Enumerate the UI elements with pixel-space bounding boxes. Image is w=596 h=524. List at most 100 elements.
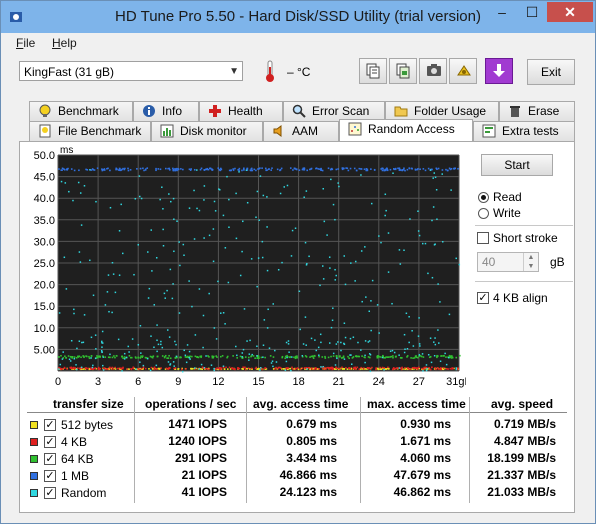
random-data-point bbox=[61, 358, 64, 360]
series-checkbox[interactable]: ✓ bbox=[44, 453, 56, 465]
data-point bbox=[443, 367, 445, 369]
random-data-point bbox=[157, 343, 160, 346]
data-point bbox=[349, 167, 352, 170]
x-tick-label: 6 bbox=[135, 376, 141, 388]
data-point bbox=[221, 355, 224, 357]
stepper-arrows-icon[interactable]: ▲ ▼ bbox=[523, 253, 538, 271]
random-data-point bbox=[405, 312, 408, 315]
series-checkbox[interactable]: ✓ bbox=[44, 470, 56, 482]
random-data-point bbox=[404, 348, 406, 350]
random-data-point bbox=[188, 280, 190, 282]
random-data-point bbox=[127, 345, 130, 348]
copy-text-button[interactable] bbox=[359, 58, 387, 84]
random-data-point bbox=[162, 208, 164, 210]
minimize-button[interactable]: – bbox=[487, 2, 517, 22]
random-data-point bbox=[344, 283, 347, 286]
random-data-point bbox=[91, 366, 94, 369]
random-data-point bbox=[122, 252, 124, 255]
random-data-point bbox=[439, 301, 441, 303]
title-bar[interactable]: HD Tune Pro 5.50 - Hard Disk/SSD Utility… bbox=[1, 1, 595, 33]
data-point bbox=[163, 356, 166, 359]
data-point bbox=[215, 355, 218, 357]
short-stroke-checkbox[interactable] bbox=[477, 232, 489, 244]
random-data-point bbox=[135, 368, 137, 370]
random-data-point bbox=[371, 279, 374, 282]
random-data-point bbox=[156, 350, 158, 353]
tab-benchmark[interactable]: Benchmark bbox=[29, 101, 133, 121]
data-point bbox=[142, 167, 144, 170]
row-label: Random bbox=[61, 486, 107, 500]
random-data-point bbox=[228, 226, 230, 228]
data-point bbox=[431, 366, 433, 369]
random-data-point bbox=[203, 367, 206, 369]
tab-disk-monitor-label: Disk monitor bbox=[180, 124, 247, 138]
random-data-point bbox=[274, 349, 276, 352]
tab-erase[interactable]: Erase bbox=[499, 101, 575, 121]
series-checkbox[interactable]: ✓ bbox=[44, 436, 56, 448]
random-data-point bbox=[430, 361, 433, 364]
maximize-button[interactable]: ☐ bbox=[518, 2, 546, 22]
series-checkbox[interactable]: ✓ bbox=[44, 419, 56, 431]
exit-button[interactable]: Exit bbox=[527, 59, 575, 85]
save-button[interactable] bbox=[485, 58, 513, 84]
data-point bbox=[152, 355, 155, 357]
menu-file[interactable]: File bbox=[16, 36, 35, 50]
random-data-point bbox=[319, 284, 321, 287]
data-point bbox=[411, 367, 414, 369]
random-data-point bbox=[320, 366, 322, 368]
random-data-point bbox=[275, 361, 278, 363]
data-point bbox=[422, 356, 425, 358]
tab-extra-tests[interactable]: Extra tests bbox=[473, 121, 575, 141]
drive-select[interactable]: KingFast (31 gB) ▼ bbox=[19, 61, 243, 81]
data-point bbox=[71, 357, 74, 359]
data-point bbox=[155, 368, 158, 370]
close-button[interactable]: ✕ bbox=[547, 2, 593, 22]
data-point bbox=[293, 356, 295, 359]
data-point bbox=[400, 368, 403, 371]
short-stroke-stepper[interactable]: 40 ▲ ▼ bbox=[477, 252, 539, 272]
data-point bbox=[313, 354, 316, 357]
copy-screenshot-button[interactable] bbox=[389, 58, 417, 84]
tab-info[interactable]: Info bbox=[133, 101, 199, 121]
data-point bbox=[403, 167, 405, 170]
data-point bbox=[212, 355, 215, 358]
data-point bbox=[360, 366, 362, 369]
series-color-swatch bbox=[30, 455, 38, 463]
data-point bbox=[363, 168, 366, 171]
options-button[interactable] bbox=[449, 58, 477, 84]
data-point bbox=[381, 169, 384, 172]
random-data-point bbox=[320, 341, 322, 344]
data-point bbox=[351, 357, 354, 359]
tab-error-scan[interactable]: Error Scan bbox=[283, 101, 385, 121]
data-point bbox=[148, 367, 150, 370]
tab-random-access[interactable]: Random Access bbox=[339, 119, 473, 141]
data-point bbox=[185, 367, 187, 370]
data-point bbox=[435, 368, 437, 371]
data-point bbox=[339, 356, 341, 358]
menu-help[interactable]: Help bbox=[52, 36, 77, 50]
data-point bbox=[377, 355, 380, 358]
series-checkbox[interactable]: ✓ bbox=[44, 487, 56, 499]
tab-file-benchmark[interactable]: File Benchmark bbox=[29, 121, 151, 141]
tab-disk-monitor[interactable]: Disk monitor bbox=[151, 121, 263, 141]
align-checkbox[interactable]: ✓ bbox=[477, 292, 489, 304]
random-data-point bbox=[142, 364, 145, 367]
write-radio[interactable] bbox=[478, 208, 489, 219]
data-point bbox=[385, 368, 387, 370]
tab-folder-usage-label: Folder Usage bbox=[414, 104, 487, 118]
screenshot-button[interactable] bbox=[419, 58, 447, 84]
random-data-point bbox=[133, 273, 135, 276]
random-data-point bbox=[196, 169, 198, 171]
tab-health[interactable]: Health bbox=[199, 101, 283, 121]
random-data-point bbox=[109, 206, 112, 209]
random-data-point bbox=[151, 270, 153, 272]
random-data-point bbox=[322, 365, 324, 368]
tab-folder-usage[interactable]: Folder Usage bbox=[385, 101, 499, 121]
start-button[interactable]: Start bbox=[481, 154, 553, 176]
tab-aam[interactable]: AAM bbox=[263, 121, 339, 141]
random-data-point bbox=[434, 243, 436, 245]
checkmark-icon: ✓ bbox=[45, 487, 55, 499]
read-radio[interactable] bbox=[478, 192, 489, 203]
random-data-point bbox=[369, 370, 372, 373]
data-point bbox=[296, 367, 299, 369]
